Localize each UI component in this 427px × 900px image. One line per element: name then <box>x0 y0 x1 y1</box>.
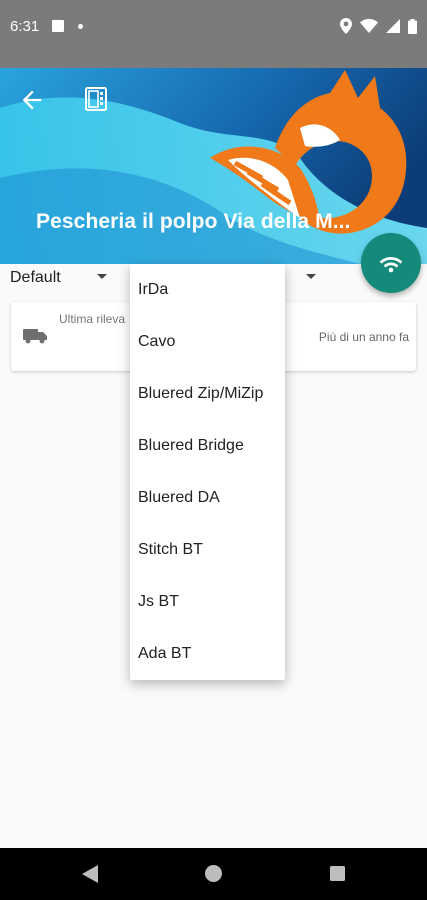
dropdown-item-bluered-bridge[interactable]: Bluered Bridge <box>130 420 285 472</box>
signal-icon <box>386 19 400 33</box>
dropdown-item-js-bt[interactable]: Js BT <box>130 576 285 628</box>
back-arrow-icon[interactable] <box>18 86 46 114</box>
last-reading-label: Ultima rileva <box>59 312 126 326</box>
system-nav-bar <box>0 848 427 900</box>
header-banner: Pescheria il polpo Via della M... <box>0 68 427 264</box>
dropdown-item-stitch-bt[interactable]: Stitch BT <box>130 524 285 576</box>
nav-recents-icon[interactable] <box>330 866 345 881</box>
nav-back-icon[interactable] <box>82 865 98 883</box>
dropdown-item-ada-bt[interactable]: Ada BT <box>130 628 285 680</box>
dropdown-item-bluered-zip[interactable]: Bluered Zip/MiZip <box>130 368 285 420</box>
notification-square-icon <box>52 20 64 32</box>
last-reading-value: Più di un anno fa <box>318 330 409 344</box>
connection-type-dropdown: IrDa Cavo Bluered Zip/MiZip Bluered Brid… <box>130 264 285 680</box>
wifi-status-icon <box>360 19 378 33</box>
nav-home-icon[interactable] <box>205 865 222 882</box>
dropdown-item-irda[interactable]: IrDa <box>130 264 285 316</box>
dropdown-arrow-icon[interactable] <box>306 274 316 280</box>
dropdown-arrow-icon[interactable] <box>97 274 107 280</box>
battery-icon <box>408 18 417 34</box>
page-title: Pescheria il polpo Via della M... <box>36 210 351 233</box>
dropdown-item-cavo[interactable]: Cavo <box>130 316 285 368</box>
default-select-value[interactable]: Default <box>10 269 61 287</box>
notification-dot-icon <box>78 23 83 29</box>
header-background <box>0 68 427 264</box>
location-icon <box>340 18 352 34</box>
status-time: 6:31 <box>10 18 40 35</box>
device-icon[interactable] <box>84 86 108 112</box>
status-bar: 6:31 <box>0 0 427 68</box>
dropdown-item-bluered-da[interactable]: Bluered DA <box>130 472 285 524</box>
truck-icon <box>23 329 47 344</box>
